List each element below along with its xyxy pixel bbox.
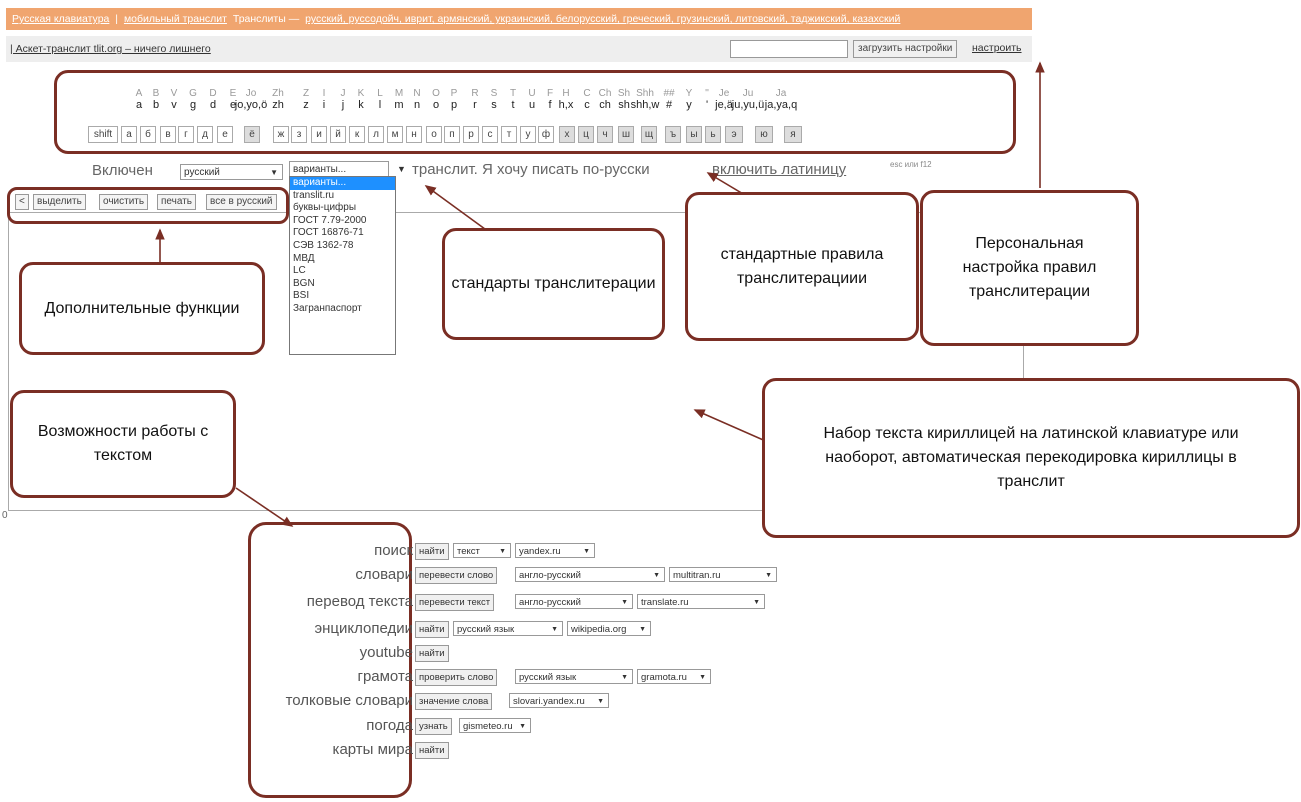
dropdown-arrow-icon: ▼ bbox=[499, 548, 506, 555]
callout-standards: стандарты транслитерации bbox=[442, 228, 665, 340]
search-row-label: перевод текста bbox=[306, 593, 413, 610]
search-row-select-value: англо-русский bbox=[519, 597, 581, 608]
search-row-label: youtube bbox=[359, 644, 413, 661]
keyboard-highlight-frame bbox=[54, 70, 1016, 154]
callout-extra-functions: Дополнительные функции bbox=[19, 262, 265, 355]
search-row-button[interactable]: перевести слово bbox=[415, 567, 498, 584]
dropdown-arrow-icon: ▼ bbox=[765, 572, 772, 579]
callout-text: Набор текста кириллицей на латинской кла… bbox=[823, 425, 1239, 490]
search-row-button[interactable]: найти bbox=[415, 621, 449, 638]
search-row-select[interactable]: gramota.ru ▼ bbox=[637, 669, 711, 684]
search-row-button[interactable]: найти bbox=[415, 645, 449, 662]
dropdown-arrow-icon: ▼ bbox=[583, 548, 590, 555]
search-row-select[interactable]: текст ▼ bbox=[453, 543, 511, 558]
search-row-select-value: русский язык bbox=[457, 624, 515, 635]
search-row-select-value: gramota.ru bbox=[641, 672, 687, 683]
search-row-select-value: русский язык bbox=[519, 672, 577, 683]
search-row-select[interactable]: multitran.ru ▼ bbox=[669, 567, 777, 582]
search-row-select-value: англо-русский bbox=[519, 570, 581, 581]
search-row-select-value: slovari.yandex.ru bbox=[513, 696, 585, 707]
search-row: энциклопедии найти русский язык ▼ wikipedia.… bbox=[250, 620, 790, 638]
search-row-button[interactable]: узнать bbox=[415, 718, 452, 735]
search-row-select[interactable]: англо-русский ▼ bbox=[515, 567, 665, 582]
search-row-button[interactable]: значение слова bbox=[415, 693, 493, 710]
callout-text: Персональная настройка правил транслитер… bbox=[962, 235, 1097, 300]
dropdown-arrow-icon: ▼ bbox=[639, 626, 646, 633]
search-row-select-value: translate.ru bbox=[641, 597, 689, 608]
toolbar-highlight-frame bbox=[7, 187, 289, 224]
dropdown-arrow-icon: ▼ bbox=[753, 599, 760, 606]
search-row-select-value: текст bbox=[457, 546, 480, 557]
search-row-label: грамота bbox=[357, 668, 413, 685]
search-row-label: толковые словари bbox=[285, 692, 413, 709]
search-row-button[interactable]: проверить слово bbox=[415, 669, 498, 686]
search-row-select[interactable]: gismeteo.ru ▼ bbox=[459, 718, 531, 733]
search-row-button[interactable]: найти bbox=[415, 543, 449, 560]
dropdown-arrow-icon: ▼ bbox=[699, 674, 706, 681]
search-row-select-value: yandex.ru bbox=[519, 546, 561, 557]
search-row-select[interactable]: русский язык ▼ bbox=[515, 669, 633, 684]
dropdown-arrow-icon: ▼ bbox=[519, 723, 526, 730]
search-row: youtube найти bbox=[250, 644, 790, 662]
dropdown-arrow-icon: ▼ bbox=[621, 599, 628, 606]
callout-standard-rules: стандартные правила транслитерациии bbox=[685, 192, 919, 341]
dropdown-arrow-icon: ▼ bbox=[621, 674, 628, 681]
callout-text: Дополнительные функции bbox=[44, 299, 240, 317]
dropdown-arrow-icon: ▼ bbox=[551, 626, 558, 633]
search-row: поиск найти текст ▼ yandex.ru ▼ bbox=[250, 542, 790, 560]
search-row: карты мира найти bbox=[250, 741, 790, 759]
search-row-select[interactable]: русский язык ▼ bbox=[453, 621, 563, 636]
callout-text: стандартные правила транслитерациии bbox=[720, 245, 884, 287]
arrow-text-features bbox=[235, 487, 294, 527]
search-row: грамота проверить слово русский язык ▼ gramo… bbox=[250, 668, 790, 686]
callout-text: стандарты транслитерации bbox=[451, 275, 656, 292]
search-row: толковые словари значение слова slovari.ya… bbox=[250, 692, 790, 710]
dropdown-arrow-icon: ▼ bbox=[597, 698, 604, 705]
search-row-select[interactable]: англо-русский ▼ bbox=[515, 594, 633, 609]
search-row-select-value: multitran.ru bbox=[673, 570, 721, 581]
search-row-label: поиск bbox=[374, 542, 413, 559]
search-row-label: погода bbox=[366, 717, 413, 734]
search-row-label: словари bbox=[355, 566, 413, 583]
callout-text: Возможности работы с текстом bbox=[37, 423, 209, 464]
callout-typing: Набор текста кириллицей на латинской кла… bbox=[762, 378, 1300, 538]
search-row-select[interactable]: wikipedia.org ▼ bbox=[567, 621, 651, 636]
search-row-select-value: gismeteo.ru bbox=[463, 721, 513, 732]
search-row-select[interactable]: slovari.yandex.ru ▼ bbox=[509, 693, 609, 708]
search-row-label: карты мира bbox=[332, 741, 413, 758]
search-row-select-value: wikipedia.org bbox=[571, 624, 627, 635]
dropdown-arrow-icon: ▼ bbox=[653, 572, 660, 579]
search-row: перевод текста перевести текст англо-русск… bbox=[250, 593, 790, 611]
search-row-label: энциклопедии bbox=[314, 620, 413, 637]
search-row-select[interactable]: translate.ru ▼ bbox=[637, 594, 765, 609]
search-row: погода узнать gismeteo.ru ▼ bbox=[250, 717, 790, 735]
search-row: словари перевести слово англо-русский ▼ mult… bbox=[250, 566, 790, 584]
callout-text-features: Возможности работы с текстом bbox=[10, 390, 236, 498]
search-row-button[interactable]: перевести текст bbox=[415, 594, 495, 611]
search-row-button[interactable]: найти bbox=[415, 742, 449, 759]
callout-personal-settings: Персональная настройка правил транслитер… bbox=[920, 190, 1139, 346]
search-row-select[interactable]: yandex.ru ▼ bbox=[515, 543, 595, 558]
